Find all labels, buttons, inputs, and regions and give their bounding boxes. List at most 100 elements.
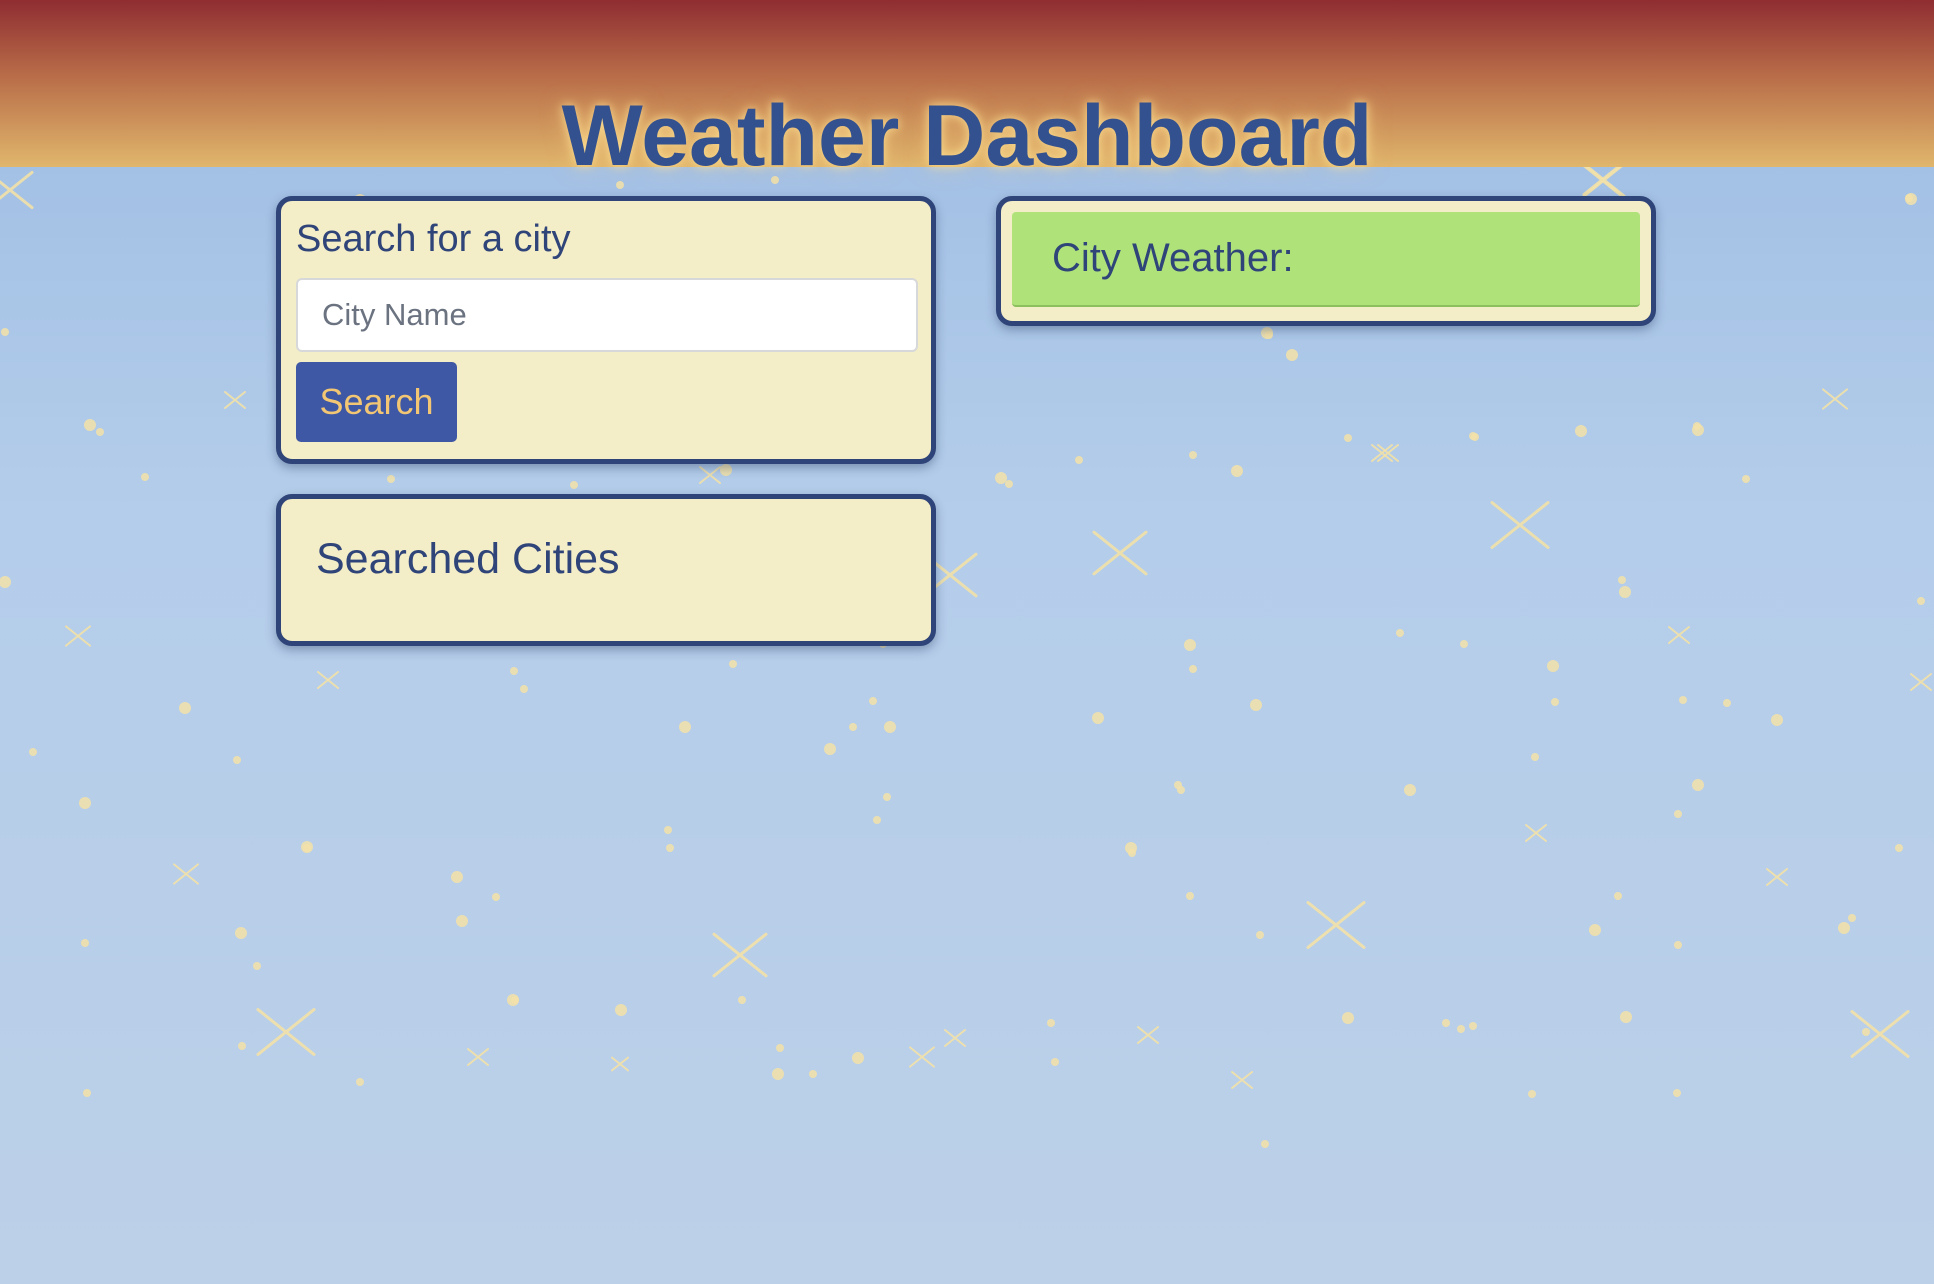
sparkle-dot [510, 667, 518, 675]
sparkle-star-icon [1306, 901, 1366, 949]
sparkle-dot [1174, 781, 1182, 789]
sparkle-dot [238, 1042, 246, 1050]
sparkle-dot [1396, 629, 1404, 637]
sparkle-dot [0, 576, 11, 588]
sparkle-star-icon [1850, 1010, 1910, 1058]
sparkle-dot [1674, 810, 1682, 818]
sparkle-dot [809, 1070, 817, 1078]
sparkle-dot [84, 419, 96, 431]
sparkle-dot [884, 721, 896, 733]
sparkle-dot [1442, 1019, 1450, 1027]
sparkle-star-icon [1525, 824, 1547, 842]
sparkle-dot [1692, 424, 1704, 436]
sparkle-dot [1528, 1090, 1536, 1098]
sparkle-star-icon [256, 1008, 316, 1056]
sparkle-dot [1679, 696, 1687, 704]
sparkle-dot [1051, 1058, 1059, 1066]
sparkle-dot [1618, 576, 1626, 584]
search-button[interactable]: Search [296, 362, 457, 442]
sparkle-dot [852, 1052, 864, 1064]
sparkle-star-icon [1231, 1071, 1253, 1089]
sparkle-dot [1261, 327, 1273, 339]
sparkle-dot [1342, 1012, 1354, 1024]
sparkle-dot [520, 685, 528, 693]
sparkle-dot [29, 748, 37, 756]
sparkle-dot [253, 962, 261, 970]
sparkle-dot [1250, 699, 1262, 711]
sparkle-dot [1614, 892, 1622, 900]
sparkle-dot [1771, 714, 1783, 726]
search-panel: Search for a city Search [276, 196, 936, 464]
sparkle-dot [492, 893, 500, 901]
sparkle-star-icon [1822, 388, 1848, 410]
sparkle-dot [666, 844, 674, 852]
sparkle-dot [141, 473, 149, 481]
sparkle-dot [1005, 480, 1013, 488]
sparkle-star-icon [1910, 673, 1932, 691]
sparkle-dot [1723, 699, 1731, 707]
page-title: Weather Dashboard [561, 87, 1373, 184]
city-weather-panel: City Weather: [996, 196, 1656, 326]
sparkle-dot [1186, 892, 1194, 900]
sparkle-dot [1673, 1089, 1681, 1097]
sparkle-star-icon [699, 466, 721, 484]
sparkle-dot [96, 428, 104, 436]
sparkle-dot [1, 328, 9, 336]
sparkle-dot [1895, 844, 1903, 852]
sparkle-dot [869, 697, 877, 705]
sparkle-star-icon [1766, 868, 1788, 886]
sparkle-dot [1184, 639, 1196, 651]
search-heading: Search for a city [296, 218, 571, 260]
sparkle-dot [81, 939, 89, 947]
sparkle-dot [1047, 1019, 1055, 1027]
sparkle-dot [1620, 1011, 1632, 1023]
sparkle-dot [1286, 349, 1298, 361]
sparkle-dot [1838, 922, 1850, 934]
sparkle-dot [1551, 698, 1559, 706]
sparkle-star-icon [1490, 501, 1550, 549]
sparkle-dot [1692, 779, 1704, 791]
sparkle-star-icon [467, 1048, 489, 1066]
sparkle-dot [303, 844, 311, 852]
sparkle-dot [824, 743, 836, 755]
sparkle-dot [233, 756, 241, 764]
sparkle-dot [1404, 784, 1416, 796]
sparkle-star-icon [173, 863, 199, 885]
sparkle-dot [679, 721, 691, 733]
sparkle-dot [849, 723, 857, 731]
sparkle-dot [1575, 425, 1587, 437]
sparkle-dot [1261, 1140, 1269, 1148]
sparkle-star-icon [1092, 530, 1148, 576]
sparkle-dot [720, 464, 732, 476]
sparkle-dot [995, 472, 1007, 484]
sparkle-dot [356, 1078, 364, 1086]
sparkle-star-icon [712, 932, 768, 978]
sparkle-star-icon [1137, 1026, 1159, 1044]
city-name-input[interactable] [296, 278, 918, 352]
sparkle-dot [1256, 931, 1264, 939]
sparkle-star-icon [1668, 626, 1690, 644]
city-weather-title: City Weather: [1052, 236, 1294, 280]
sparkle-dot [451, 871, 463, 883]
sparkle-dot [1862, 1028, 1870, 1036]
sparkle-dot [83, 1089, 91, 1097]
sparkle-dot [1457, 1025, 1465, 1033]
sparkle-star-icon [317, 671, 339, 689]
sparkle-dot [729, 660, 737, 668]
sparkle-dot [570, 481, 578, 489]
sparkle-dot [387, 475, 395, 483]
sparkle-dot [1674, 941, 1682, 949]
sparkle-dot [615, 1004, 627, 1016]
sparkle-dot [1128, 849, 1136, 857]
sparkle-dot [79, 797, 91, 809]
sparkle-dot [1742, 475, 1750, 483]
sparkle-dot [456, 915, 468, 927]
sparkle-dot [179, 702, 191, 714]
sparkle-dot [1547, 660, 1559, 672]
sparkle-dot [1848, 914, 1856, 922]
sparkle-dot [883, 793, 891, 801]
sparkle-dot [873, 816, 881, 824]
sparkle-dot [1344, 434, 1352, 442]
sparkle-dot [235, 927, 247, 939]
sparkle-dot [1619, 586, 1631, 598]
